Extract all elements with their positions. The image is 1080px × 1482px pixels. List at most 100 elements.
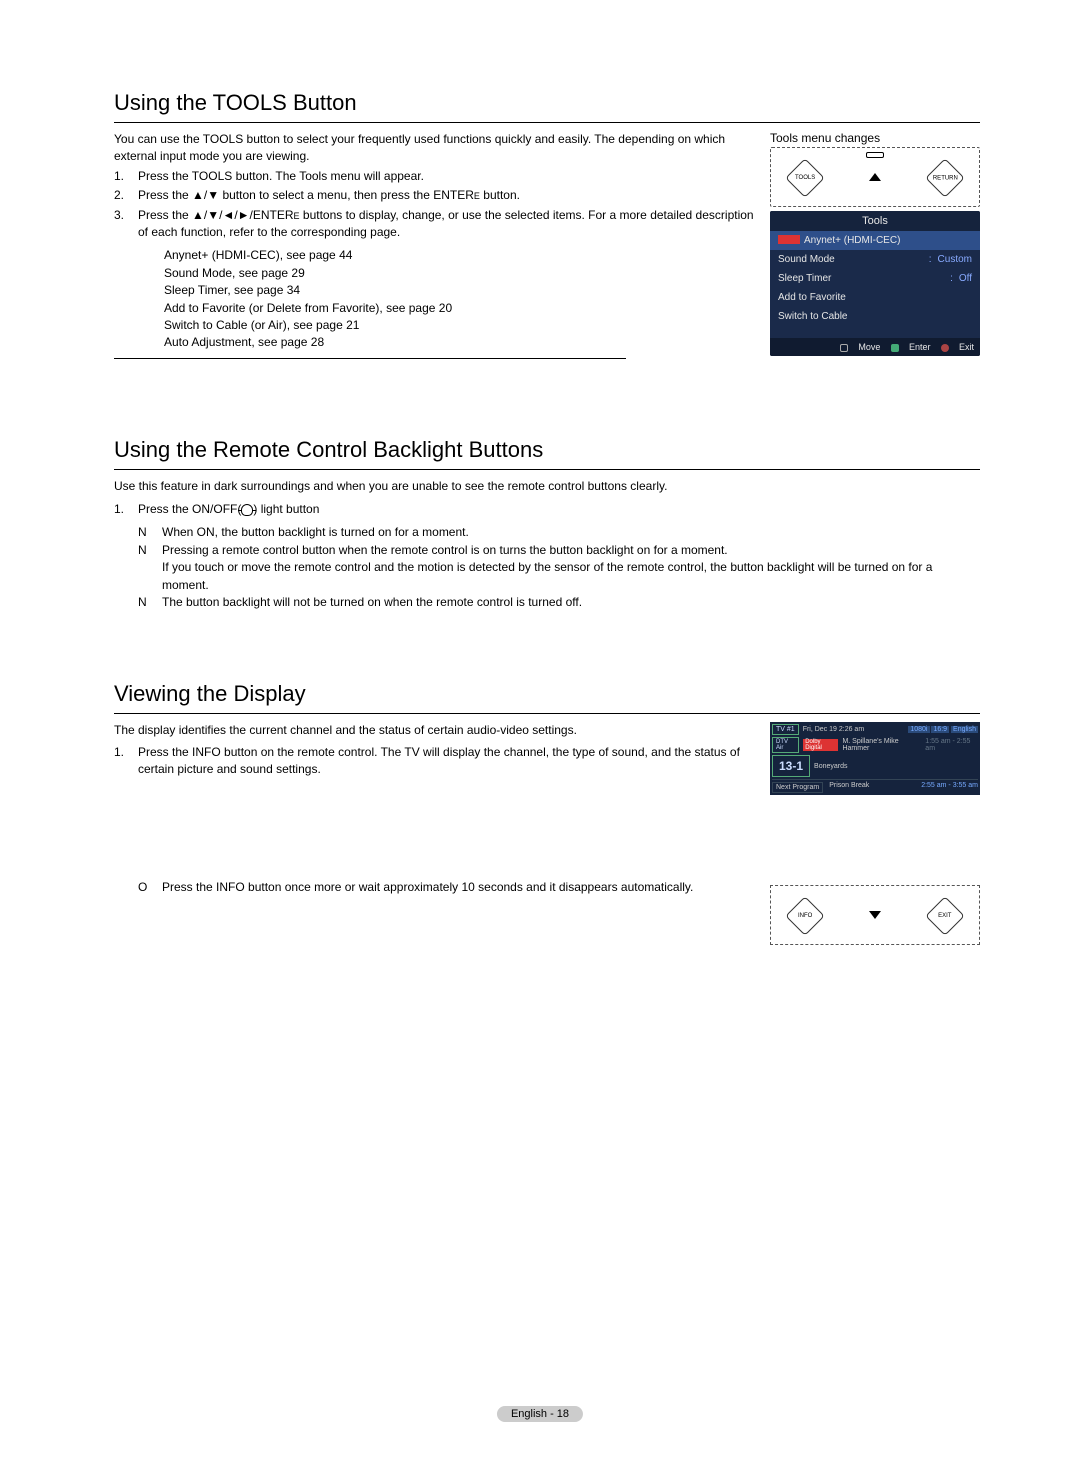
backlight-notes: NWhen ON, the button backlight is turned…	[138, 524, 980, 611]
backlight-intro: Use this feature in dark surroundings an…	[114, 478, 980, 495]
remote-diagram-2: INFO EXIT	[770, 885, 980, 945]
note-3-text: The button backlight will not be turned …	[162, 595, 582, 609]
osd-sleep-value: Off	[959, 273, 972, 284]
backlight-step-1a: Press the ON/OFF(	[138, 502, 241, 516]
section-backlight: Using the Remote Control Backlight Butto…	[114, 437, 980, 612]
osd-foot-exit: Exit	[959, 342, 974, 352]
note-1: NWhen ON, the button backlight is turned…	[138, 524, 980, 541]
section-viewing-display: Viewing the Display The display identifi…	[114, 681, 980, 945]
tools-osd: Tools Anynet+ (HDMI-CEC) Sound Mode:Cust…	[770, 211, 980, 356]
info-show: M. Spillane's Mike Hammer	[842, 738, 921, 752]
tools-caption: Tools menu changes	[770, 131, 980, 145]
info-res: 1080i	[908, 726, 929, 733]
tools-figure-column: Tools menu changes TOOLS RETURN Tools An…	[770, 131, 980, 367]
info-next-show: Prison Break	[829, 782, 869, 793]
viewing-step-1-text: Press the INFO button on the remote cont…	[138, 745, 740, 776]
backlight-steps: 1. Press the ON/OFF() light button NWhen…	[114, 501, 980, 611]
osd-title: Tools	[770, 211, 980, 231]
note-2-text: Pressing a remote control button when th…	[162, 543, 932, 592]
ref-favorite: Add to Favorite (or Delete from Favorite…	[164, 300, 758, 317]
osd-footer: Move Enter Exit	[770, 338, 980, 356]
tools-intro: You can use the TOOLS button to select y…	[114, 131, 758, 166]
heading-tools: Using the TOOLS Button	[114, 90, 980, 116]
tools-step-3a: Press the ▲/▼/◄/►/ENTER	[138, 208, 294, 222]
tools-step-2: 2. Press the ▲/▼ button to select a menu…	[114, 187, 758, 204]
info-dolby: Dolby Digital	[803, 739, 838, 751]
tools-text-column: You can use the TOOLS button to select y…	[114, 131, 758, 367]
viewing-steps: 1.Press the INFO button on the remote co…	[114, 744, 758, 779]
osd-sleep-label: Sleep Timer	[778, 273, 944, 284]
ref-anynet: Anynet+ (HDMI-CEC), see page 44	[164, 247, 758, 264]
osd-row-switch: Switch to Cable	[770, 307, 980, 338]
anynet-tag-icon	[778, 235, 800, 244]
ref-switch: Switch to Cable (or Air), see page 21	[164, 317, 758, 334]
exit-icon	[941, 344, 949, 352]
lightbulb-icon	[241, 504, 253, 516]
osd-row-sleep: Sleep Timer:Off	[770, 269, 980, 288]
tools-steps: 1.Press the TOOLS button. The Tools menu…	[114, 168, 758, 242]
osd-row-sound: Sound Mode:Custom	[770, 250, 980, 269]
backlight-step-1: 1. Press the ON/OFF() light button NWhen…	[114, 501, 980, 611]
exit-button-icon: EXIT	[925, 897, 965, 937]
sub-divider	[114, 358, 626, 359]
note-3: NThe button backlight will not be turned…	[138, 594, 980, 611]
page-footer: English - 18	[497, 1406, 583, 1422]
info-show-time: 1:55 am - 2:55 am	[925, 738, 978, 752]
info-tv-label: TV #1	[772, 724, 799, 735]
info-next-label: Next Program	[772, 782, 823, 793]
info-lang: English	[951, 726, 978, 733]
info-next-time: 2:55 am - 3:55 am	[921, 782, 978, 793]
info-studio: Boneyards	[814, 763, 847, 770]
tools-step-1-text: Press the TOOLS button. The Tools menu w…	[138, 169, 424, 183]
tools-step-3: 3. Press the ▲/▼/◄/►/ENTERE buttons to d…	[114, 207, 758, 242]
info-osd: TV #1 Fri, Dec 19 2:26 am 1080i 16:9 Eng…	[770, 722, 980, 795]
section-tools-button: Using the TOOLS Button You can use the T…	[114, 90, 980, 367]
info-aspect: 16:9	[931, 726, 949, 733]
heading-backlight: Using the Remote Control Backlight Butto…	[114, 437, 980, 463]
divider	[114, 122, 980, 123]
osd-anynet-label: Anynet+ (HDMI-CEC)	[804, 235, 972, 246]
ref-sleep-timer: Sleep Timer, see page 34	[164, 282, 758, 299]
info-badges: 1080i 16:9 English	[908, 726, 978, 733]
osd-foot-enter: Enter	[909, 342, 931, 352]
info-air: DTV Air	[772, 737, 799, 753]
enter-icon	[891, 344, 899, 352]
remote-ir-icon	[866, 152, 884, 158]
osd-sound-value: Custom	[938, 254, 972, 265]
note-1-text: When ON, the button backlight is turned …	[162, 525, 469, 539]
ref-sound-mode: Sound Mode, see page 29	[164, 265, 758, 282]
viewing-o-notes: OPress the INFO button once more or wait…	[138, 879, 758, 896]
tools-step-2a: Press the ▲/▼ button to select a menu, t…	[138, 188, 474, 202]
viewing-step-1: 1.Press the INFO button on the remote co…	[114, 744, 758, 779]
dpad-down-icon	[869, 911, 881, 919]
tools-button-label: TOOLS	[795, 175, 815, 181]
osd-fav-label: Add to Favorite	[778, 292, 972, 303]
move-icon	[840, 344, 848, 352]
osd-switch-label: Switch to Cable	[778, 311, 972, 322]
info-button-label: INFO	[798, 913, 812, 919]
viewing-intro: The display identifies the current chann…	[114, 722, 758, 739]
note-2: NPressing a remote control button when t…	[138, 542, 980, 594]
tools-step-1: 1.Press the TOOLS button. The Tools menu…	[114, 168, 758, 185]
tools-button-icon: TOOLS	[785, 158, 825, 198]
divider-3	[114, 713, 980, 714]
divider-2	[114, 469, 980, 470]
tools-step-2b: button.	[480, 188, 520, 202]
heading-viewing: Viewing the Display	[114, 681, 980, 707]
remote-diagram: TOOLS RETURN	[770, 147, 980, 207]
return-button-icon: RETURN	[925, 158, 965, 198]
o-note-text: Press the INFO button once more or wait …	[162, 880, 693, 894]
info-button-icon: INFO	[785, 897, 825, 937]
backlight-step-1b: ) light button	[253, 502, 319, 516]
ref-auto-adj: Auto Adjustment, see page 28	[164, 334, 758, 351]
info-channel: 13-1	[772, 755, 810, 777]
osd-sound-label: Sound Mode	[778, 254, 923, 265]
viewing-figure-column: TV #1 Fri, Dec 19 2:26 am 1080i 16:9 Eng…	[770, 722, 980, 945]
info-datetime: Fri, Dec 19 2:26 am	[803, 726, 864, 733]
return-button-label: RETURN	[933, 175, 958, 181]
viewing-text-column: The display identifies the current chann…	[114, 722, 758, 945]
osd-row-fav: Add to Favorite	[770, 288, 980, 307]
dpad-up-icon	[869, 173, 881, 181]
osd-row-anynet: Anynet+ (HDMI-CEC)	[770, 231, 980, 250]
o-note: OPress the INFO button once more or wait…	[138, 879, 758, 896]
